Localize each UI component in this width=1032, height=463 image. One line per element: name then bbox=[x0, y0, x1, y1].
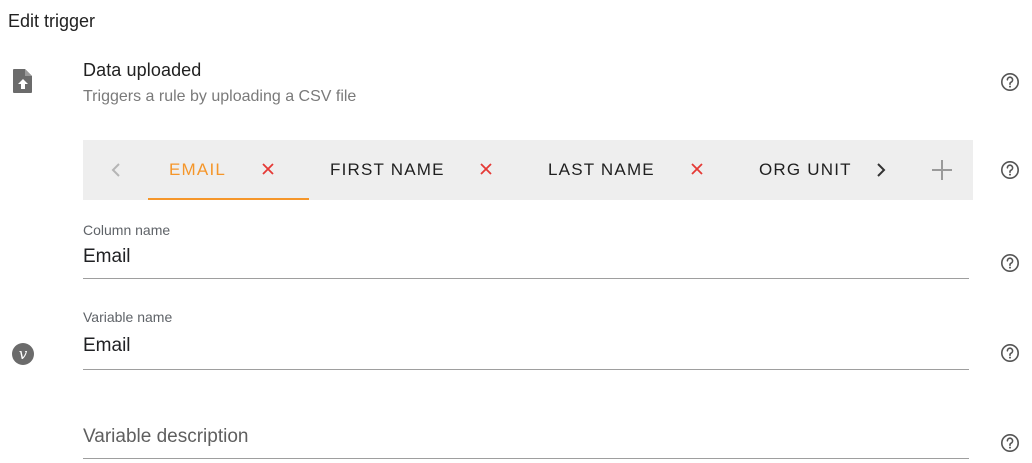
field-underline bbox=[83, 458, 969, 459]
trigger-subtitle: Triggers a rule by uploading a CSV file bbox=[83, 88, 357, 105]
variable-name-value[interactable]: Email bbox=[83, 335, 969, 357]
page-title: Edit trigger bbox=[8, 11, 96, 31]
close-icon bbox=[691, 163, 703, 175]
tab-label: FIRST NAME bbox=[330, 160, 445, 179]
close-icon bbox=[262, 163, 274, 175]
column-name-label: Column name bbox=[83, 222, 171, 238]
help-icon[interactable] bbox=[1000, 253, 1020, 273]
tab-label: EMAIL bbox=[169, 160, 227, 179]
close-icon bbox=[480, 163, 492, 175]
add-column-button[interactable] bbox=[930, 158, 954, 182]
column-tabs: EMAIL FIRST NAME LAST NAME ORG UNIT bbox=[83, 140, 973, 200]
help-icon[interactable] bbox=[1000, 343, 1020, 363]
field-underline bbox=[83, 278, 969, 279]
remove-tab-last-name-button[interactable] bbox=[686, 158, 708, 180]
remove-tab-first-name-button[interactable] bbox=[475, 158, 497, 180]
field-underline bbox=[83, 369, 969, 370]
column-name-value[interactable]: Email bbox=[83, 246, 969, 268]
tab-last-name[interactable]: LAST NAME bbox=[548, 140, 655, 200]
variable-name-label: Variable name bbox=[83, 309, 173, 325]
help-icon[interactable] bbox=[1000, 160, 1020, 180]
help-icon[interactable] bbox=[1000, 433, 1020, 453]
column-name-field[interactable]: Column name Email bbox=[83, 222, 969, 280]
trigger-title: Data uploaded bbox=[83, 60, 202, 80]
variable-description-placeholder: Variable description bbox=[83, 426, 249, 447]
variable-icon: v bbox=[12, 343, 34, 365]
chevron-left-icon bbox=[111, 163, 120, 177]
tab-label: LAST NAME bbox=[548, 160, 655, 179]
variable-description-field[interactable]: Variable description bbox=[83, 426, 969, 462]
tab-email[interactable]: EMAIL bbox=[148, 140, 309, 200]
tabs-scroll-left-button[interactable] bbox=[103, 140, 129, 200]
variable-name-field[interactable]: Variable name Email bbox=[83, 309, 969, 371]
file-upload-icon bbox=[13, 69, 32, 93]
help-icon[interactable] bbox=[1000, 72, 1020, 92]
tab-label: ORG UNIT bbox=[759, 160, 852, 179]
tab-org-unit[interactable]: ORG UNIT bbox=[759, 140, 852, 200]
tabs-scroll-right-button[interactable] bbox=[868, 140, 894, 200]
tab-first-name[interactable]: FIRST NAME bbox=[330, 140, 445, 200]
chevron-right-icon bbox=[877, 163, 886, 177]
remove-tab-email-button[interactable] bbox=[257, 158, 279, 180]
